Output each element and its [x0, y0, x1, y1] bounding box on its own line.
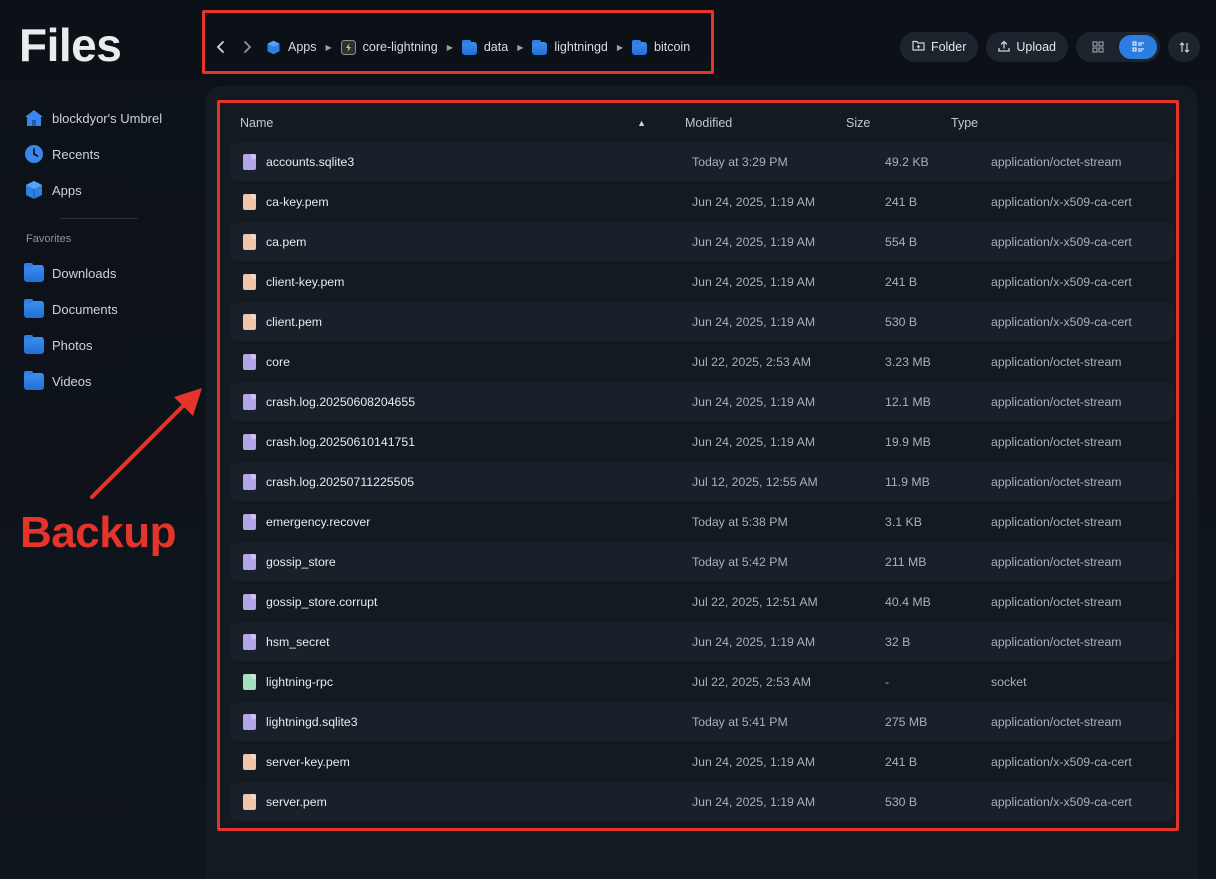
download-folder-icon — [24, 262, 44, 283]
sidebar-item-downloads[interactable]: Downloads — [24, 255, 204, 291]
annotation-arrow-icon — [90, 388, 202, 499]
sidebar-item-apps[interactable]: Apps — [24, 172, 204, 208]
sidebar: blockdyor's Umbrel Recents Apps Favorite… — [24, 100, 204, 399]
sidebar-item-label: Recents — [52, 146, 100, 162]
upload-label: Upload — [1016, 40, 1056, 54]
view-mode-toggle — [1076, 32, 1160, 62]
sort-arrows-icon — [1179, 41, 1189, 53]
video-folder-icon — [24, 370, 44, 391]
app-title: Files — [19, 19, 122, 71]
favorites-heading: Favorites — [26, 233, 72, 245]
clock-icon — [24, 144, 44, 164]
sidebar-item-documents[interactable]: Documents — [24, 291, 204, 327]
folder-label: Folder — [930, 40, 967, 54]
sidebar-item-recents[interactable]: Recents — [24, 136, 204, 172]
upload-icon — [998, 40, 1011, 55]
sidebar-item-label: Downloads — [52, 265, 117, 281]
cube-icon — [24, 180, 44, 200]
grid-icon — [1092, 41, 1104, 53]
list-icon — [1132, 41, 1144, 52]
sidebar-item-label: blockdyor's Umbrel — [52, 110, 163, 126]
annotation-box-file-list — [217, 100, 1179, 831]
sidebar-item-label: Photos — [52, 337, 93, 353]
new-folder-button[interactable]: Folder — [899, 32, 979, 62]
photo-folder-icon — [24, 334, 44, 355]
annotation-box-breadcrumb — [202, 10, 714, 74]
sidebar-item-photos[interactable]: Photos — [24, 327, 204, 363]
sidebar-item-home[interactable]: blockdyor's Umbrel — [24, 100, 204, 136]
toolbar: Folder Upload — [899, 32, 1200, 62]
sort-button[interactable] — [1168, 32, 1200, 62]
folder-plus-icon — [912, 40, 925, 54]
upload-button[interactable]: Upload — [986, 32, 1068, 62]
annotation-label: Backup — [20, 508, 176, 557]
document-folder-icon — [24, 298, 44, 319]
sidebar-divider — [60, 218, 138, 219]
home-icon — [24, 108, 44, 128]
list-view-button[interactable] — [1119, 35, 1157, 59]
grid-view-button[interactable] — [1079, 35, 1117, 59]
sidebar-item-label: Apps — [52, 182, 82, 198]
sidebar-item-label: Documents — [52, 301, 118, 317]
